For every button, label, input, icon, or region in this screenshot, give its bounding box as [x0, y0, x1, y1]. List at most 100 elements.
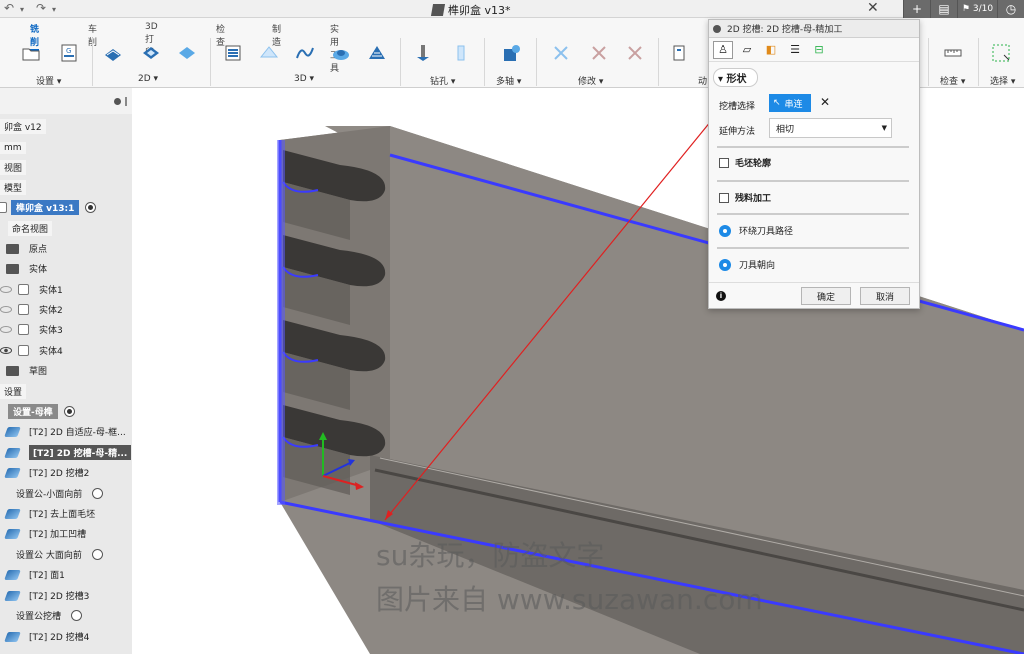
activate-radio[interactable] [92, 488, 104, 499]
undo-icon[interactable]: ↶ [4, 1, 14, 15]
new-tab-icon[interactable]: + [903, 0, 930, 18]
measure-icon[interactable] [940, 40, 966, 66]
action-group-label[interactable]: 动 [698, 74, 707, 87]
section-shape[interactable]: ▾ 形状 [709, 67, 919, 87]
tree-node-bodies[interactable]: 实体 [6, 260, 47, 277]
stock-contours-option[interactable]: 毛坯轮廓 [719, 156, 771, 169]
tree-node-body2[interactable]: 实体2 [0, 301, 63, 318]
collapse-panel-icon[interactable] [114, 98, 121, 105]
trim-icon[interactable] [548, 40, 574, 66]
new-folder-icon[interactable] [18, 40, 44, 66]
tree-node-views[interactable]: 视图 [0, 159, 27, 176]
2d-pocket-icon[interactable] [138, 40, 164, 66]
3d-flow-icon[interactable] [292, 40, 318, 66]
pocket-dialog: 2D 挖槽: 2D 挖槽-母-精加工 ♙ ▱ ◧ ☰ ⊟ ▾ 形状 挖槽选择 ↖… [708, 19, 920, 309]
tree-node-body1[interactable]: 实体1 [0, 281, 63, 298]
redo-icon[interactable]: ↷ [36, 1, 46, 15]
tool-tab-icon[interactable]: ♙ [713, 40, 733, 59]
rest-machining-checkbox[interactable] [719, 192, 729, 203]
body-icon [18, 324, 29, 335]
inspect-group-label[interactable]: 检查 ▾ [940, 74, 965, 87]
close-tab-icon[interactable]: ✕ [867, 0, 879, 16]
face-icon[interactable] [174, 40, 200, 66]
tree-node-op-pocket3[interactable]: [T2] 2D 挖槽3 [4, 587, 89, 604]
activate-radio[interactable] [91, 549, 103, 560]
tree-node-setup-male-pocket[interactable]: 设置公挖槽 [16, 607, 83, 624]
info-icon[interactable]: i [716, 291, 726, 301]
notifications-icon[interactable]: ▤ [930, 0, 957, 18]
2d-group-label[interactable]: 2D ▾ [138, 74, 158, 84]
heights-tab-icon[interactable]: ◧ [761, 41, 781, 59]
3d-group-label[interactable]: 3D ▾ [294, 74, 314, 84]
tree-node-document[interactable]: 卯盒 v12 [0, 118, 46, 135]
cancel-button[interactable]: 取消 [860, 287, 910, 305]
passes-tab-icon[interactable]: ☰ [785, 41, 805, 59]
visibility-off-icon[interactable] [0, 306, 12, 313]
linking-tab-icon[interactable]: ⊟ [809, 41, 829, 59]
tree-node-units[interactable]: mm [0, 139, 26, 156]
tree-node-models[interactable]: 模型 [0, 179, 27, 196]
tree-node-component[interactable]: 榫卯盒 v13:1 [0, 199, 97, 216]
multi-axis-group-label[interactable]: 多轴 ▾ [496, 74, 521, 87]
ok-button[interactable]: 确定 [801, 287, 851, 305]
delete-toolpath-icon[interactable] [622, 40, 648, 66]
multi-axis-icon[interactable] [498, 40, 524, 66]
activate-radio[interactable] [71, 610, 83, 621]
dialog-collapse-icon[interactable] [713, 24, 721, 33]
tree-node-setup-male-large[interactable]: 设置公 大面向前 [16, 546, 103, 563]
folder-icon [6, 365, 19, 376]
3d-scallop-icon[interactable] [364, 40, 390, 66]
tree-node-sketches[interactable]: 草图 [6, 362, 47, 379]
rest-machining-option[interactable]: 残料加工 [719, 191, 771, 204]
toolbar-separator [92, 38, 93, 86]
redo-dropdown-icon[interactable]: ▾ [52, 5, 56, 14]
tree-node-op-groove[interactable]: [T2] 加工凹槽 [4, 525, 86, 542]
tree-node-body3[interactable]: 实体3 [0, 321, 63, 338]
tree-node-setup-male-small[interactable]: 设置公-小面向前 [16, 485, 104, 502]
select-group-label[interactable]: 选择 ▾ [990, 74, 1015, 87]
tree-node-body4[interactable]: 实体4 [0, 342, 63, 359]
3d-contour-icon[interactable] [328, 40, 354, 66]
visibility-off-icon[interactable] [0, 326, 12, 333]
stock-contours-checkbox[interactable] [719, 157, 729, 168]
setup-sheet-icon[interactable]: G [56, 40, 82, 66]
active-radio[interactable] [85, 202, 97, 213]
tool-orientation-option[interactable]: 刀具朝向 [719, 258, 775, 271]
clock-icon[interactable]: ◷ [997, 0, 1024, 18]
undo-dropdown-icon[interactable]: ▾ [20, 5, 24, 14]
pocket-select-label: 挖槽选择 [719, 102, 756, 112]
simulate-icon[interactable] [666, 40, 692, 66]
visibility-off-icon[interactable] [0, 286, 12, 293]
tree-node-op-remove-stock[interactable]: [T2] 去上面毛坯 [4, 505, 95, 522]
tree-node-op-pocket-finish[interactable]: [T2] 2D 挖槽-母-精... [4, 444, 132, 461]
browser-header [0, 88, 132, 114]
chain-select-button[interactable]: ↖ 串连 [769, 94, 811, 112]
drill-icon[interactable] [410, 40, 436, 66]
3d-adaptive-icon[interactable] [220, 40, 246, 66]
tree-node-setups[interactable]: 设置 [0, 383, 27, 400]
tree-node-op-adaptive[interactable]: [T2] 2D 自适应-母-框... [4, 423, 126, 440]
geometry-tab-icon[interactable]: ▱ [737, 41, 757, 59]
tree-node-origin[interactable]: 原点 [6, 240, 47, 257]
visibility-on-icon[interactable] [0, 347, 12, 354]
pin-panel-icon[interactable] [125, 97, 127, 106]
tree-node-named-views[interactable]: 命名视图 [8, 220, 53, 237]
clear-selection-icon[interactable]: ✕ [820, 95, 830, 109]
2d-pocket-icon [4, 631, 21, 642]
modify-group-label[interactable]: 修改 ▾ [578, 74, 603, 87]
extend-method-select[interactable]: 相切 ▼ [769, 118, 892, 138]
drilling-group-label[interactable]: 钻孔 ▾ [430, 74, 455, 87]
3d-pocket-icon[interactable] [256, 40, 282, 66]
2d-adaptive-icon[interactable] [100, 40, 126, 66]
jobs-status-badge[interactable]: ⚑ 3/10 [957, 0, 997, 18]
active-radio[interactable] [63, 406, 75, 417]
tree-node-setup-female[interactable]: 设置-母榫 [8, 403, 75, 420]
tree-node-op-face1[interactable]: [T2] 面1 [4, 566, 65, 583]
closed-paths-option[interactable]: 环绕刀具路径 [719, 224, 793, 237]
thread-icon[interactable] [448, 40, 474, 66]
tree-node-op-pocket2[interactable]: [T2] 2D 挖槽2 [4, 464, 89, 481]
reverse-icon[interactable] [586, 40, 612, 66]
tree-node-op-pocket4[interactable]: [T2] 2D 挖槽4 [4, 628, 89, 645]
setup-group-label[interactable]: 设置 ▾ [36, 74, 61, 87]
select-window-icon[interactable] [988, 40, 1014, 66]
